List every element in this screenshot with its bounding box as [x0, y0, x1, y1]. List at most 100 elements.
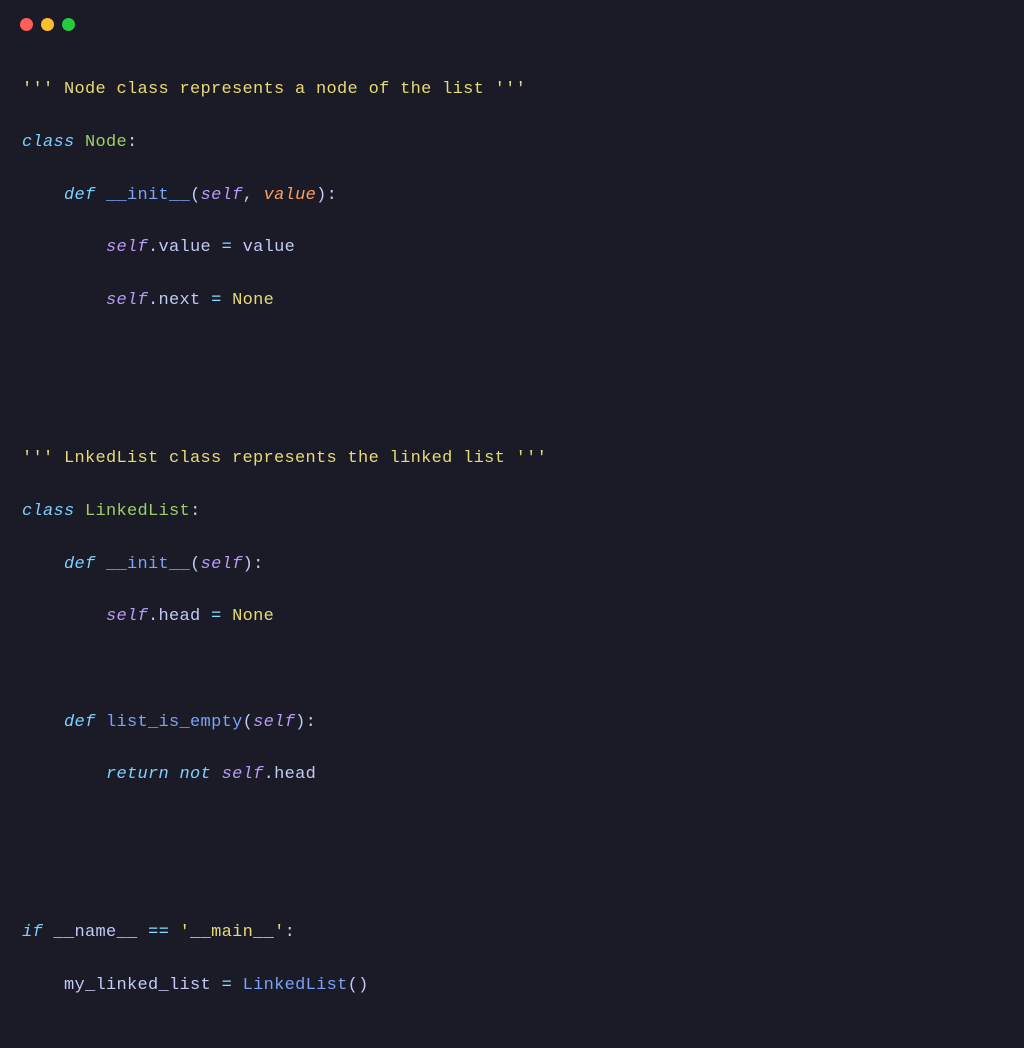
colon: :	[190, 502, 201, 521]
self-reference: self	[222, 765, 264, 784]
space	[211, 238, 222, 257]
code-line-blank	[22, 657, 1002, 683]
operator-assign: =	[222, 976, 233, 995]
operator-assign: =	[222, 238, 233, 257]
space	[75, 502, 86, 521]
docstring-text: Node class represents a node of the list	[64, 80, 484, 99]
docstring-quote: '''	[484, 80, 526, 99]
dunder-name: __name__	[54, 923, 138, 942]
dot: .	[148, 291, 159, 310]
paren-close: ):	[316, 186, 337, 205]
paren-close: ):	[295, 713, 316, 732]
code-line: if __name__ == '__main__':	[22, 920, 1002, 946]
attribute: next	[159, 291, 201, 310]
code-line-blank	[22, 341, 1002, 367]
code-line-blank	[22, 815, 1002, 841]
self-reference: self	[106, 238, 148, 257]
space	[211, 976, 222, 995]
function-name: list_is_empty	[106, 713, 243, 732]
attribute: head	[159, 607, 201, 626]
comma: ,	[243, 186, 264, 205]
function-name: __init__	[106, 186, 190, 205]
operator-eq: ==	[148, 923, 169, 942]
class-name: Node	[85, 133, 127, 152]
code-line: ''' LnkedList class represents the linke…	[22, 446, 1002, 472]
window-controls	[0, 0, 1024, 41]
string-literal: '__main__'	[180, 923, 285, 942]
attribute: value	[159, 238, 212, 257]
code-line: def list_is_empty(self):	[22, 710, 1002, 736]
space	[96, 713, 107, 732]
code-line: def __init__(self):	[22, 552, 1002, 578]
keyword-def: def	[64, 713, 96, 732]
docstring-quote: '''	[505, 449, 547, 468]
function-name: __init__	[106, 555, 190, 574]
space	[211, 765, 222, 784]
code-line: class LinkedList:	[22, 499, 1002, 525]
dot: .	[148, 607, 159, 626]
docstring-quote: '''	[22, 449, 64, 468]
code-line: class Node:	[22, 130, 1002, 156]
code-editor: ''' Node class represents a node of the …	[0, 41, 1024, 1048]
self-reference: self	[106, 291, 148, 310]
space	[43, 923, 54, 942]
keyword-not: not	[180, 765, 212, 784]
attribute: head	[274, 765, 316, 784]
code-line: return not self.head	[22, 762, 1002, 788]
minimize-icon[interactable]	[41, 18, 54, 31]
paren-close: )	[358, 976, 369, 995]
code-line: ''' Node class represents a node of the …	[22, 77, 1002, 103]
colon: :	[285, 923, 296, 942]
maximize-icon[interactable]	[62, 18, 75, 31]
space	[222, 607, 233, 626]
paren-open: (	[190, 186, 201, 205]
space	[232, 238, 243, 257]
space	[169, 923, 180, 942]
operator-assign: =	[211, 291, 222, 310]
docstring-text: LnkedList class represents the linked li…	[64, 449, 505, 468]
space	[138, 923, 149, 942]
space	[169, 765, 180, 784]
docstring-quote: '''	[22, 80, 64, 99]
keyword-class: class	[22, 133, 75, 152]
space	[96, 555, 107, 574]
code-line: my_linked_list = LinkedList()	[22, 973, 1002, 999]
space	[75, 133, 86, 152]
keyword-def: def	[64, 555, 96, 574]
space	[96, 186, 107, 205]
constant-none: None	[232, 607, 274, 626]
operator-assign: =	[211, 607, 222, 626]
paren-close: ):	[243, 555, 264, 574]
self-param: self	[201, 186, 243, 205]
dot: .	[148, 238, 159, 257]
code-line: def __init__(self, value):	[22, 183, 1002, 209]
keyword-return: return	[106, 765, 169, 784]
colon: :	[127, 133, 138, 152]
paren-open: (	[190, 555, 201, 574]
code-line: self.next = None	[22, 288, 1002, 314]
constant-none: None	[232, 291, 274, 310]
code-line: self.value = value	[22, 235, 1002, 261]
space	[232, 976, 243, 995]
space	[222, 291, 233, 310]
close-icon[interactable]	[20, 18, 33, 31]
self-param: self	[253, 713, 295, 732]
keyword-def: def	[64, 186, 96, 205]
variable: value	[243, 238, 296, 257]
self-reference: self	[106, 607, 148, 626]
dot: .	[264, 765, 275, 784]
code-line-blank	[22, 393, 1002, 419]
class-call: LinkedList	[243, 976, 348, 995]
paren-open: (	[243, 713, 254, 732]
space	[201, 607, 212, 626]
code-line: self.head = None	[22, 604, 1002, 630]
paren-open: (	[348, 976, 359, 995]
param-name: value	[264, 186, 317, 205]
keyword-class: class	[22, 502, 75, 521]
self-param: self	[201, 555, 243, 574]
keyword-if: if	[22, 923, 43, 942]
class-name: LinkedList	[85, 502, 190, 521]
code-line-blank	[22, 868, 1002, 894]
space	[201, 291, 212, 310]
variable: my_linked_list	[64, 976, 211, 995]
